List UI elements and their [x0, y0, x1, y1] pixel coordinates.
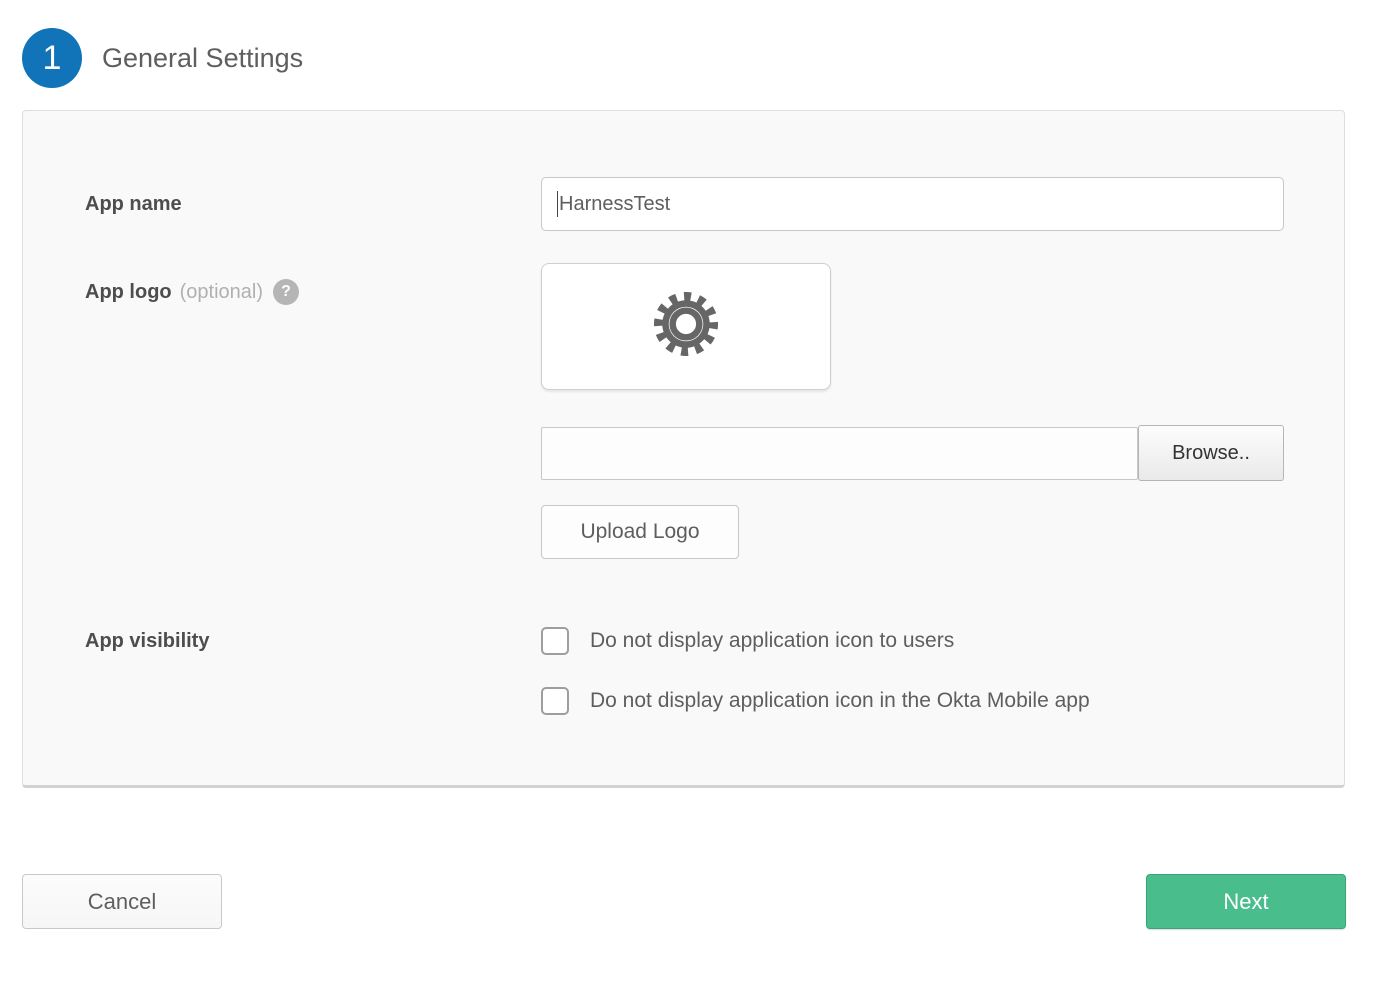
step-header: 1 General Settings	[22, 28, 303, 88]
app-name-input-wrap	[541, 177, 1284, 231]
app-name-input[interactable]	[541, 177, 1284, 231]
app-visibility-option-mobile: Do not display application icon in the O…	[541, 686, 1090, 716]
app-visibility-option-users: Do not display application icon to users	[541, 626, 954, 656]
checkbox-hide-icon-users-label: Do not display application icon to users	[590, 629, 954, 653]
app-logo-optional-label: (optional)	[180, 281, 263, 304]
general-settings-panel: App name App logo (optional) ? Browse.. …	[22, 110, 1345, 788]
logo-file-row: Browse..	[541, 425, 1284, 481]
text-caret	[557, 191, 558, 217]
next-button[interactable]: Next	[1146, 874, 1346, 929]
page-title: General Settings	[102, 43, 303, 74]
browse-button[interactable]: Browse..	[1138, 425, 1284, 481]
checkbox-hide-icon-mobile[interactable]	[541, 687, 569, 715]
step-number: 1	[43, 39, 62, 78]
app-name-label: App name	[85, 177, 182, 231]
logo-preview-box	[541, 263, 831, 390]
checkbox-hide-icon-mobile-label: Do not display application icon in the O…	[590, 689, 1090, 713]
upload-logo-button[interactable]: Upload Logo	[541, 505, 739, 559]
app-logo-label-row: App logo (optional) ?	[85, 279, 299, 305]
gear-icon	[650, 288, 722, 365]
app-visibility-label: App visibility	[85, 626, 209, 656]
step-number-badge: 1	[22, 28, 82, 88]
app-logo-label: App logo	[85, 281, 172, 304]
help-question-mark-icon[interactable]: ?	[273, 279, 299, 305]
cancel-button[interactable]: Cancel	[22, 874, 222, 929]
logo-file-input[interactable]	[541, 427, 1138, 480]
checkbox-hide-icon-users[interactable]	[541, 627, 569, 655]
